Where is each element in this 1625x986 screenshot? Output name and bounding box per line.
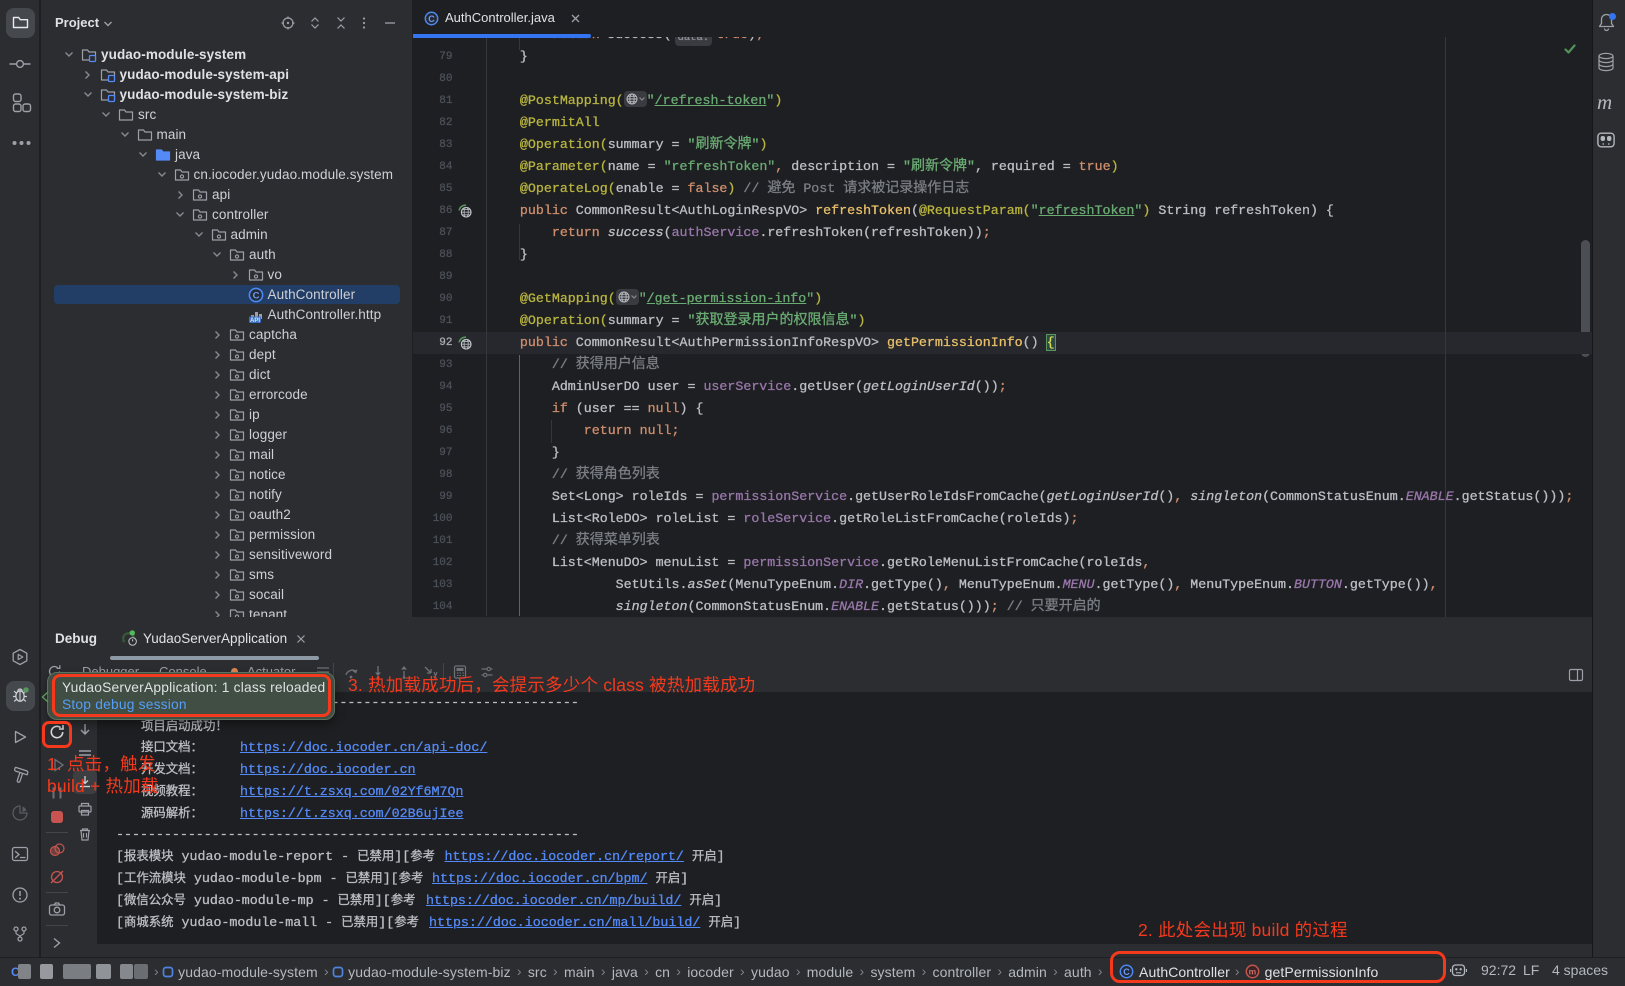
svg-text:m: m <box>1248 967 1256 977</box>
svg-text:C: C <box>252 290 259 301</box>
svg-text:C: C <box>428 14 435 24</box>
svg-text:API: API <box>249 317 259 322</box>
svg-text:C: C <box>1123 967 1130 977</box>
